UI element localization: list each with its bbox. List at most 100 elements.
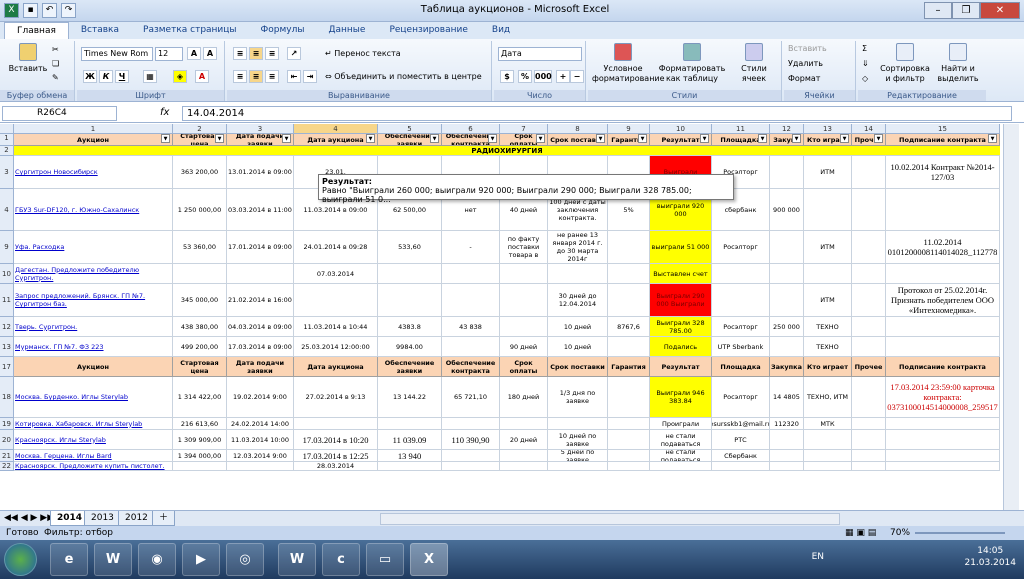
cc4-icon[interactable]: c [322,543,360,576]
grid-cell[interactable]: 17.03.2014 в 12:25 [294,450,378,462]
tab-view[interactable]: Вид [480,22,522,39]
grid-cell[interactable]: Кто играет [804,357,852,377]
format-painter-icon[interactable]: ✎ [52,73,59,83]
row-header[interactable]: 12 [0,317,14,337]
filter-dropdown-icon[interactable]: ▼ [700,134,709,143]
column-header[interactable]: 1 [14,124,173,134]
align-right-icon[interactable]: ≡ [265,70,279,83]
grid-cell[interactable] [608,337,650,357]
tab-page-layout[interactable]: Разметка страницы [131,22,249,39]
grid-cell[interactable]: 900 000 [770,189,804,231]
grid-cell[interactable] [770,284,804,317]
ie-icon[interactable]: e [50,543,88,576]
grid-cell[interactable]: Росэлторг [712,377,770,418]
grid-cell[interactable]: 28.03.2014 [294,462,378,471]
word-doc-icon[interactable]: W [278,543,316,576]
grow-font-icon[interactable]: A [187,47,201,60]
grid-cell[interactable] [852,462,886,471]
grid-cell[interactable]: ТЕХНО, ИТМ [804,377,852,418]
grid-cell[interactable]: 13 144.22 [378,377,442,418]
font-color-icon[interactable]: A [195,70,209,83]
grid-cell[interactable] [294,418,378,430]
grid-cell[interactable]: 90 дней [500,337,548,357]
grid-cell[interactable]: esursskb1@mail.ru [712,418,770,430]
grid-cell[interactable]: Дата подачи заявки [227,357,294,377]
row-header[interactable]: 22 [0,462,14,471]
filter-dropdown-icon[interactable]: ▼ [536,134,545,143]
autosum-icon[interactable]: Σ [862,44,867,54]
grid-cell[interactable]: Тверь. Сургитрон. [14,317,173,337]
grid-cell[interactable] [804,264,852,284]
increase-decimal-icon[interactable]: + [556,70,570,83]
sort-filter-button[interactable]: Сортировка и фильтр [878,43,932,84]
grid-cell[interactable] [173,264,227,284]
row-header[interactable]: 3 [0,156,14,189]
grid-cell[interactable]: МТК [804,418,852,430]
grid-cell[interactable]: 30 дней до 12.04.2014 [548,284,608,317]
grid-cell[interactable]: 8767,6 [608,317,650,337]
grid-cell[interactable] [442,450,500,462]
italic-button[interactable]: К [99,70,113,83]
grid-cell[interactable]: 4383.8 [378,317,442,337]
row-header[interactable]: 11 [0,284,14,317]
name-box[interactable]: R26C4 [2,106,117,121]
filter-dropdown-icon[interactable]: ▼ [638,134,647,143]
grid-cell[interactable] [500,418,548,430]
grid-cell[interactable]: 110 390,90 [442,430,500,450]
column-header[interactable]: 14 [852,124,886,134]
grid-cell[interactable] [886,264,1000,284]
orientation-icon[interactable]: ↗ [287,47,301,60]
filter-dropdown-icon[interactable]: ▼ [488,134,497,143]
grid-cell[interactable] [608,430,650,450]
grid-cell[interactable]: Котировка. Хабаровск. Иглы Sterylab [14,418,173,430]
grid-cell[interactable] [804,450,852,462]
grid-cell[interactable]: 438 380,00 [173,317,227,337]
grid-cell[interactable] [712,284,770,317]
grid-cell[interactable] [442,264,500,284]
filter-dropdown-icon[interactable]: ▼ [596,134,605,143]
grid-cell[interactable] [548,264,608,284]
grid-cell[interactable]: не стали подаваться [650,450,712,462]
grid-cell[interactable]: 07.03.2014 [294,264,378,284]
column-header[interactable]: 11 [712,124,770,134]
fill-color-icon[interactable]: ◈ [173,70,187,83]
grid-cell[interactable]: ТЕХНО [804,337,852,357]
borders-icon[interactable]: ▦ [143,70,157,83]
grid-cell[interactable]: Выиграли 290 000 Выиграли [650,284,712,317]
minimize-icon[interactable]: – [924,2,952,19]
grid-cell[interactable] [442,418,500,430]
explorer-icon[interactable]: ▭ [366,543,404,576]
grid-cell[interactable]: 112320 [770,418,804,430]
grid-cell[interactable] [608,231,650,264]
grid-cell[interactable] [294,284,378,317]
grid-cell[interactable] [770,462,804,471]
grid-cell[interactable] [852,337,886,357]
row-header[interactable]: 21 [0,450,14,462]
grid-cell[interactable] [770,430,804,450]
grid-cell[interactable] [227,264,294,284]
filter-dropdown-icon[interactable]: ▼ [366,134,375,143]
grid-cell[interactable]: Протокол от 25.02.2014г. Признать победи… [886,284,1000,317]
grid-cell[interactable]: Подались [650,337,712,357]
grid-cell[interactable]: Дагестан. Предложите победителю Сургитро… [14,264,173,284]
filter-dropdown-icon[interactable]: ▼ [161,134,170,143]
save-icon[interactable]: ▪ [23,3,38,18]
grid-cell[interactable]: 03.03.2014 в 11:00 [227,189,294,231]
grid-cell[interactable] [804,430,852,450]
tab-formulas[interactable]: Формулы [249,22,317,39]
percent-button[interactable]: % [518,70,532,83]
grid-cell[interactable]: Росэлторг [712,231,770,264]
redo-icon[interactable]: ↷ [61,3,76,18]
column-header[interactable]: 3 [227,124,294,134]
grid-cell[interactable]: 17.03.2014 в 10:20 [294,430,378,450]
grid-cell[interactable]: 24.01.2014 в 09:28 [294,231,378,264]
grid-cell[interactable]: - [442,231,500,264]
grid-cell[interactable] [886,189,1000,231]
grid-cell[interactable] [378,284,442,317]
grid-cell[interactable]: Красноярск. Предложите купить пистолет. [14,462,173,471]
grid-cell[interactable]: Площадка [712,357,770,377]
grid-cell[interactable]: 10.02.2014 Контракт №2014-127/03 [886,156,1000,189]
row-header[interactable]: 10 [0,264,14,284]
tab-insert[interactable]: Вставка [69,22,131,39]
zoom-level[interactable]: 70% [890,526,910,540]
